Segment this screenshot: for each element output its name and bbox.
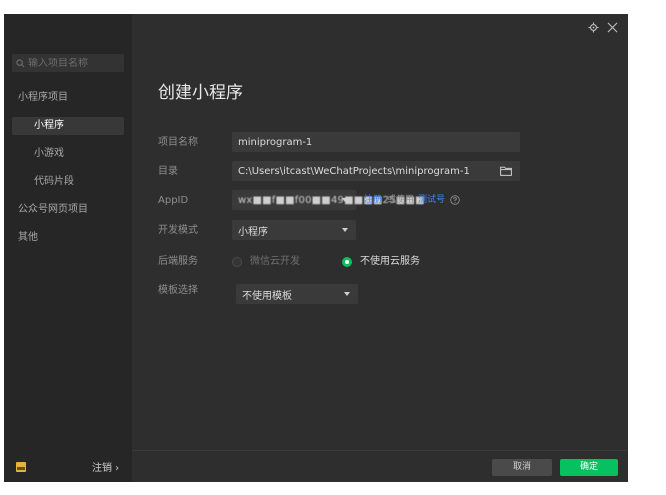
confirm-button[interactable]: 确定 bbox=[560, 459, 618, 476]
cancel-button[interactable]: 取消 bbox=[492, 459, 552, 476]
search-icon bbox=[16, 58, 25, 67]
sidebar-item-code-snippet[interactable]: 代码片段 bbox=[34, 173, 74, 191]
dev-mode-label: 开发模式 bbox=[158, 225, 198, 236]
template-label: 模板选择 bbox=[158, 285, 198, 296]
project-name-field[interactable] bbox=[232, 132, 520, 152]
sidebar-item-miniprogram[interactable]: 小程序 bbox=[12, 117, 124, 135]
sidebar-item-other[interactable]: 其他 bbox=[18, 229, 38, 247]
project-name-label: 项目名称 bbox=[158, 137, 198, 148]
cloud-dev-label[interactable]: 微信云开发 bbox=[250, 253, 300, 271]
search-input[interactable] bbox=[28, 57, 118, 69]
help-icon[interactable] bbox=[450, 195, 460, 205]
register-link[interactable]: 注册 bbox=[364, 191, 382, 209]
appid-select[interactable]: wx■■f■■f00■■49■■■■25■■■ bbox=[232, 190, 425, 210]
appid-label: AppID bbox=[158, 195, 189, 206]
search-box[interactable] bbox=[12, 54, 124, 72]
project-name-input[interactable] bbox=[238, 136, 520, 148]
sidebar-item-miniprogram-projects[interactable]: 小程序项目 bbox=[18, 89, 68, 107]
sidebar-footer: 注销 › bbox=[4, 450, 132, 482]
radio-cloud-dev[interactable] bbox=[232, 257, 242, 267]
dev-mode-select[interactable]: 小程序 bbox=[232, 220, 356, 240]
logout-button[interactable]: 注销 › bbox=[92, 459, 119, 474]
chevron-down-icon bbox=[342, 228, 348, 232]
no-cloud-label[interactable]: 不使用云服务 bbox=[360, 253, 420, 271]
template-select[interactable]: 不使用模板 bbox=[236, 284, 358, 304]
create-project-window: 小程序项目 小程序 小游戏 代码片段 公众号网页项目 其他 注销 › 创建小程序… bbox=[4, 14, 628, 482]
avatar[interactable] bbox=[16, 462, 26, 472]
directory-field[interactable]: C:\Users\itcast\WeChatProjects\miniprogr… bbox=[232, 161, 520, 181]
window-controls bbox=[588, 22, 618, 33]
sidebar-item-minigame[interactable]: 小游戏 bbox=[34, 145, 64, 163]
folder-icon[interactable] bbox=[500, 166, 512, 176]
sidebar: 小程序项目 小程序 小游戏 代码片段 公众号网页项目 其他 注销 › bbox=[4, 14, 132, 482]
close-icon[interactable] bbox=[607, 22, 618, 33]
sidebar-item-official-account-web[interactable]: 公众号网页项目 bbox=[18, 201, 88, 219]
backend-service-label: 后端服务 bbox=[158, 256, 198, 267]
test-account-link[interactable]: 测试号 bbox=[418, 191, 445, 209]
directory-value: C:\Users\itcast\WeChatProjects\miniprogr… bbox=[238, 165, 470, 177]
dev-mode-value: 小程序 bbox=[238, 226, 268, 238]
settings-icon[interactable] bbox=[588, 22, 599, 33]
chevron-down-icon bbox=[344, 292, 350, 296]
or-use-text: 或使用 bbox=[387, 195, 415, 205]
template-value: 不使用模板 bbox=[242, 290, 292, 302]
chevron-down-icon bbox=[342, 198, 348, 202]
page-title: 创建小程序 bbox=[158, 83, 243, 103]
radio-no-cloud[interactable] bbox=[342, 257, 352, 267]
directory-label: 目录 bbox=[158, 166, 178, 177]
action-bar: 取消 确定 bbox=[132, 450, 628, 482]
